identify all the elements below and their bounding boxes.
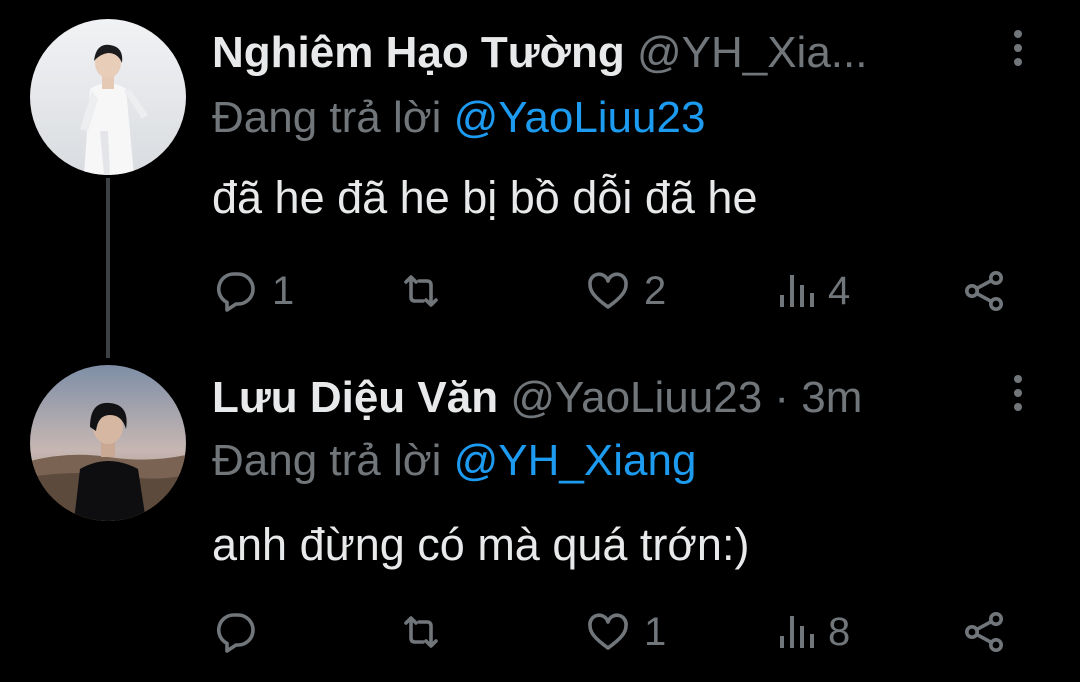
- views-button[interactable]: 4: [776, 266, 850, 316]
- like-button[interactable]: 1: [584, 607, 666, 657]
- reply-count: 1: [272, 269, 295, 313]
- views-button[interactable]: 8: [776, 607, 850, 657]
- views-icon: [780, 275, 814, 307]
- views-count: 8: [828, 610, 851, 654]
- more-vertical-icon: [1006, 375, 1030, 411]
- share-button[interactable]: [960, 607, 1008, 657]
- avatar-photo-white-outfit: [30, 19, 186, 175]
- tweet-header: Nghiêm Hạo Tường @YH_Xia...: [212, 23, 970, 83]
- more-options-button[interactable]: [1006, 375, 1030, 425]
- like-count: 2: [644, 269, 667, 313]
- mention-link[interactable]: @YaoLiuu23: [454, 93, 706, 142]
- share-icon: [965, 612, 1003, 652]
- like-button[interactable]: 2: [584, 266, 666, 316]
- tweet[interactable]: Nghiêm Hạo Tường @YH_Xia... Đang trả lời…: [0, 0, 1080, 341]
- views-icon: [780, 616, 814, 648]
- user-handle[interactable]: @YaoLiuu23: [510, 373, 762, 422]
- like-icon: [588, 613, 628, 650]
- reply-icon: [216, 272, 255, 312]
- tweet-text: anh đừng có mà quá trớn:): [212, 519, 750, 570]
- share-icon: [965, 271, 1003, 311]
- display-name[interactable]: Lưu Diệu Văn: [212, 373, 498, 422]
- share-button[interactable]: [960, 266, 1008, 316]
- more-vertical-icon: [1006, 30, 1030, 66]
- like-count: 1: [644, 610, 667, 654]
- like-icon: [588, 272, 628, 309]
- reply-icon: [216, 613, 255, 653]
- views-count: 4: [828, 269, 851, 313]
- avatar[interactable]: [30, 365, 186, 521]
- retweet-button[interactable]: [396, 607, 458, 657]
- replying-to-label: Đang trả lời: [212, 93, 442, 142]
- tweet[interactable]: Lưu Diệu Văn @YaoLiuu23 · 3m Đang trả lờ…: [0, 341, 1080, 682]
- user-handle[interactable]: @YH_Xia...: [637, 28, 868, 77]
- retweet-button[interactable]: [396, 266, 458, 316]
- separator-dot: ·: [762, 373, 802, 422]
- reply-button[interactable]: [212, 607, 272, 657]
- replying-to: Đang trả lời @YaoLiuu23: [212, 88, 705, 148]
- timestamp[interactable]: 3m: [801, 373, 862, 422]
- avatar[interactable]: [30, 19, 186, 175]
- retweet-icon: [404, 275, 438, 307]
- display-name[interactable]: Nghiêm Hạo Tường: [212, 28, 625, 77]
- tweet-text: đã he đã he bị bồ dỗi đã he: [212, 172, 758, 223]
- more-options-button[interactable]: [1006, 30, 1030, 80]
- replying-to: Đang trả lời @YH_Xiang: [212, 431, 696, 491]
- mention-link[interactable]: @YH_Xiang: [454, 436, 697, 485]
- tweet-header: Lưu Diệu Văn @YaoLiuu23 · 3m: [212, 368, 970, 428]
- avatar-photo-black-hoodie: [30, 365, 186, 521]
- retweet-icon: [404, 616, 438, 648]
- reply-button[interactable]: 1: [212, 266, 294, 316]
- replying-to-label: Đang trả lời: [212, 436, 442, 485]
